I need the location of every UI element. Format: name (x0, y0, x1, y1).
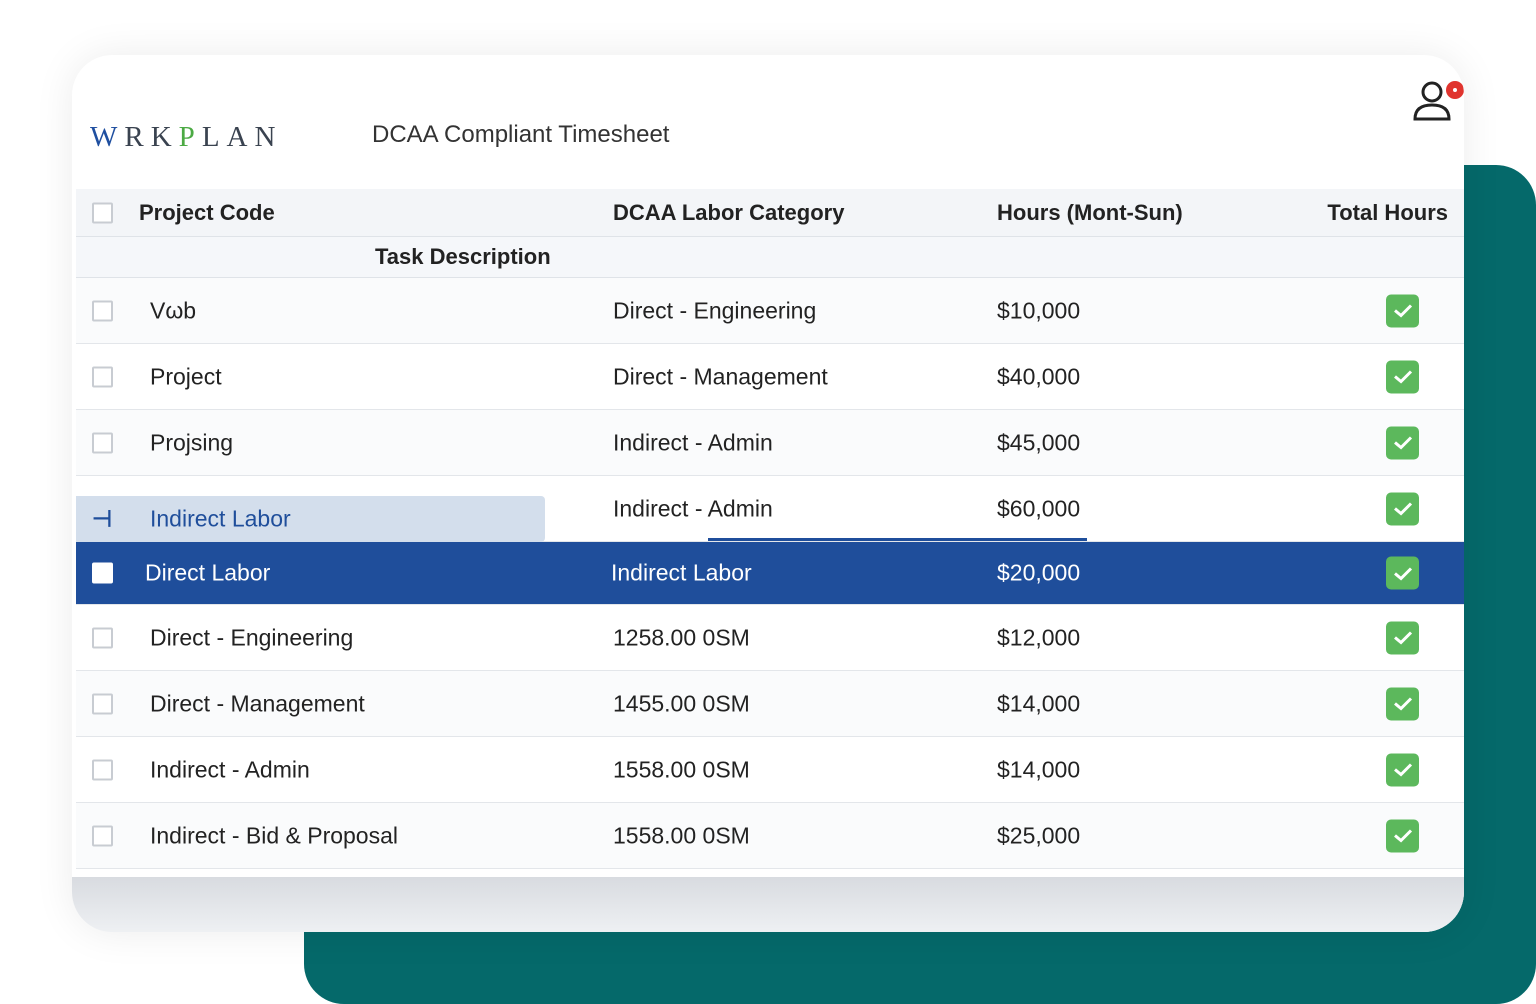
cell-hours: $14,000 (997, 756, 1081, 782)
cell-hours: $20,000 (997, 559, 1081, 586)
drop-indicator (708, 538, 1087, 541)
select-all-checkbox[interactable] (92, 202, 113, 223)
timesheet-table: Project Code DCAA Labor Category Hours (… (76, 189, 1464, 869)
table-header: Project Code DCAA Labor Category Hours (… (76, 189, 1464, 237)
cell-labor-category: Indirect - Admin (613, 495, 773, 521)
header-task-description: Task Description (375, 244, 551, 269)
timesheet-card: WRKPLAN DCAA Compliant Timesheet Project… (72, 55, 1464, 932)
cell-labor-category: 1455.00 0SM (613, 690, 750, 716)
table-row[interactable]: Direct - Engineering 1258.00 0SM $12,000 (76, 605, 1464, 671)
approved-check-icon[interactable] (1386, 360, 1419, 393)
cell-labor-category: 1558.00 0SM (613, 756, 750, 782)
cell-labor-category: Direct - Management (613, 363, 828, 389)
cell-labor-category: Direct - Engineering (613, 297, 817, 323)
notification-badge (1446, 81, 1464, 99)
wrkplan-logo: WRKPLAN (90, 121, 283, 153)
table-row[interactable]: Project Direct - Management $40,000 (76, 344, 1464, 410)
cell-project-code: Project (150, 363, 222, 389)
cell-project-code: Indirect - Bid & Proposal (150, 822, 399, 848)
cell-labor-category: Indirect Labor (611, 559, 752, 586)
cell-labor-category: Indirect - Admin (613, 429, 773, 455)
header-labor-category[interactable]: DCAA Labor Category (613, 200, 844, 226)
table-row[interactable]: Direct Labor Indirect Labor $20,000 (76, 542, 1464, 605)
card-footer (72, 877, 1464, 932)
table-subheader: Task Description (76, 237, 1464, 278)
header-total-hours[interactable]: Total Hours (1327, 200, 1448, 226)
header-hours[interactable]: Hours (Mont-Sun) (997, 200, 1183, 226)
cell-hours: $45,000 (997, 429, 1081, 455)
approved-check-icon[interactable] (1386, 753, 1419, 786)
cell-project-code: Projsing (150, 429, 234, 455)
cell-labor-category: 1558.00 0SM (613, 822, 750, 848)
approved-check-icon[interactable] (1386, 426, 1419, 459)
cell-hours: $10,000 (997, 297, 1081, 323)
row-checkbox[interactable] (92, 759, 113, 780)
row-checkbox[interactable] (92, 627, 113, 648)
drag-handle-icon[interactable]: ⊣ (92, 506, 112, 533)
table-row[interactable]: ⊣ Indirect Labor Indirect - Admin $60,000 (76, 476, 1464, 542)
table-row[interactable]: Projsing Indirect - Admin $45,000 (76, 410, 1464, 476)
cell-hours: $25,000 (997, 822, 1081, 848)
cell-labor-category: 1258.00 0SM (613, 624, 750, 650)
cell-project-code: Direct - Management (150, 690, 365, 716)
approved-check-icon[interactable] (1386, 556, 1419, 590)
page-title: DCAA Compliant Timesheet (372, 121, 670, 148)
table-row[interactable]: Indirect - Admin 1558.00 0SM $14,000 (76, 737, 1464, 803)
cell-project-code: Direct - Engineering (150, 624, 354, 650)
row-checkbox[interactable] (92, 300, 113, 321)
drag-ghost[interactable]: ⊣ Indirect Labor (76, 496, 545, 542)
row-checkbox[interactable] (92, 432, 113, 453)
approved-check-icon[interactable] (1386, 819, 1419, 852)
row-checkbox[interactable] (92, 562, 113, 584)
approved-check-icon[interactable] (1386, 294, 1419, 327)
approved-check-icon[interactable] (1386, 492, 1419, 525)
table-row[interactable]: Direct - Management 1455.00 0SM $14,000 (76, 671, 1464, 737)
row-checkbox[interactable] (92, 825, 113, 846)
cell-hours: $12,000 (997, 624, 1081, 650)
table-row[interactable]: Indirect - Bid & Proposal 1558.00 0SM $25,… (76, 803, 1464, 869)
table-row[interactable]: Vωb Direct - Engineering $10,000 (76, 278, 1464, 344)
approved-check-icon[interactable] (1386, 687, 1419, 720)
approved-check-icon[interactable] (1386, 621, 1419, 654)
header-project-code[interactable]: Project Code (139, 200, 275, 226)
cell-project-code: Indirect Labor (150, 505, 291, 532)
cell-project-code: Indirect - Admin (150, 756, 310, 782)
cell-hours: $60,000 (997, 495, 1081, 521)
cell-hours: $14,000 (997, 690, 1081, 716)
row-checkbox[interactable] (92, 693, 113, 714)
row-checkbox[interactable] (92, 366, 113, 387)
cell-hours: $40,000 (997, 363, 1081, 389)
cell-project-code: Vωb (150, 297, 197, 323)
cell-project-code: Direct Labor (145, 559, 271, 586)
